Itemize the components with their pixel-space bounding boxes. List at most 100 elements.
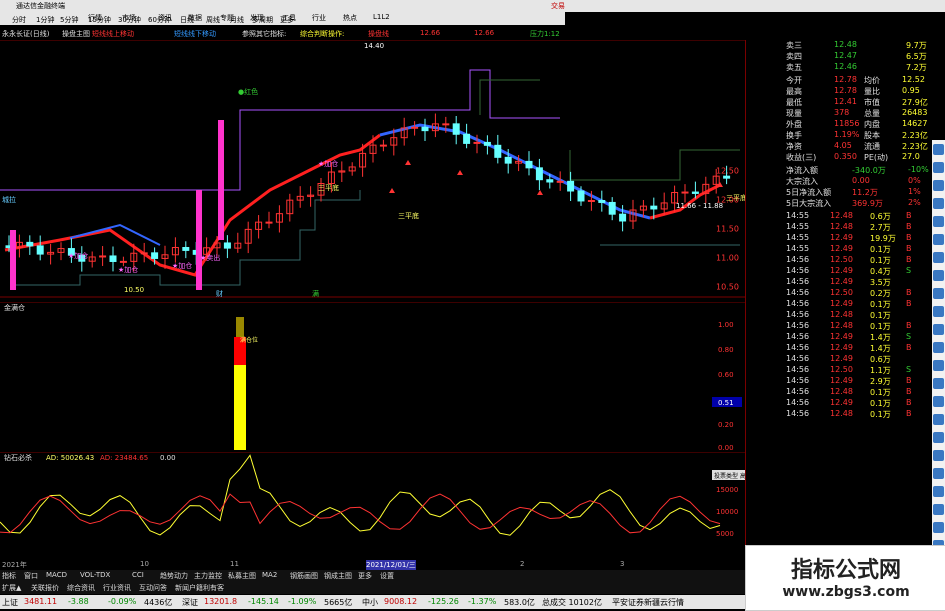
period-tab[interactable]: 60分钟 bbox=[148, 15, 171, 25]
watermark-title: 指标公式网 bbox=[790, 558, 901, 583]
dot-label: ●红色 bbox=[238, 87, 258, 96]
tick-volume: 0.6万 bbox=[870, 355, 891, 364]
tick-side: S bbox=[906, 365, 912, 374]
sidebar-tool-icon[interactable] bbox=[933, 306, 944, 317]
tick-price: 12.49 bbox=[830, 332, 853, 341]
period-tab[interactable]: 15分钟 bbox=[88, 15, 111, 25]
tick-time: 14:55 bbox=[786, 222, 810, 231]
tick-volume: 19.9万 bbox=[870, 234, 896, 243]
quote-field-label: 总量 bbox=[864, 109, 880, 118]
sidebar-tool-icon[interactable] bbox=[933, 270, 944, 281]
sidebar-tool-icon[interactable] bbox=[933, 162, 944, 173]
price-tick: 11.50 bbox=[716, 224, 739, 233]
indicator-tab[interactable]: 设置 bbox=[380, 571, 394, 581]
range-label: 11.66 - 11.88 bbox=[676, 202, 723, 210]
watermark: 指标公式网 www.zbgs3.com bbox=[745, 545, 945, 611]
up-arrow-icon bbox=[537, 190, 543, 195]
position-indicator-panel[interactable]: 金满仓1.000.800.600.400.200.00满仓位0.51 bbox=[0, 302, 745, 452]
kline-chart[interactable]: 12.5012.0011.5011.0010.50★加仓★加仓 ★加仓★加仓三平底… bbox=[0, 40, 745, 298]
indicator-tab[interactable]: 更多 bbox=[358, 571, 372, 581]
period-tab[interactable]: 日线 bbox=[180, 15, 194, 25]
indicator-tab[interactable]: MACD bbox=[46, 571, 67, 579]
info-tab[interactable]: 新闻户籍利有客 bbox=[175, 583, 224, 593]
info-tab[interactable]: 互动问答 bbox=[139, 583, 167, 593]
oscillator-panel[interactable]: 钻石必杀 AD: 50026.43 AD: 23484.65 0.00 15000 100… bbox=[0, 452, 745, 562]
indicator-tab[interactable]: 钢成主图 bbox=[324, 571, 352, 581]
quote-field-label: 外盘 bbox=[786, 120, 802, 129]
menu-item[interactable]: L1L2 bbox=[373, 13, 390, 21]
sidebar-tool-icon[interactable] bbox=[933, 522, 944, 533]
ad2-label: AD: 23484.65 bbox=[100, 454, 148, 462]
menu-item[interactable]: 行业 bbox=[312, 13, 326, 23]
tick-price: 12.49 bbox=[830, 299, 853, 308]
sidebar-tool-icon[interactable] bbox=[933, 342, 944, 353]
candle-body bbox=[473, 141, 481, 144]
info-tab[interactable]: 关联报价 bbox=[31, 583, 59, 593]
index-percent: -1.37% bbox=[468, 597, 497, 606]
sidebar-tool-icon[interactable] bbox=[933, 144, 944, 155]
period-tab[interactable]: 月线 bbox=[230, 15, 244, 25]
index-amount: 4436亿 bbox=[144, 598, 173, 607]
quote-field-value: 11856 bbox=[834, 119, 860, 128]
indicator-tab[interactable]: 趋势动力 bbox=[160, 571, 188, 581]
period-tab[interactable]: 分时 bbox=[12, 15, 26, 25]
signal-bar bbox=[218, 120, 224, 240]
sidebar-tool-icon[interactable] bbox=[933, 198, 944, 209]
period-tab[interactable]: 更多 bbox=[280, 15, 294, 25]
tick-time: 14:55 bbox=[786, 211, 810, 220]
index-label: 深证 bbox=[182, 598, 198, 607]
flow-label: 5日净流入额 bbox=[786, 188, 832, 197]
tick-time: 14:56 bbox=[786, 409, 810, 418]
sidebar-tool-icon[interactable] bbox=[933, 450, 944, 461]
tick-price: 12.48 bbox=[830, 222, 853, 231]
period-tab[interactable]: 多周期 bbox=[252, 15, 273, 25]
period-tab[interactable]: 30分钟 bbox=[118, 15, 141, 25]
indicator-tab[interactable]: 指标 bbox=[2, 571, 16, 581]
time-tick: 2021/12/01/三 bbox=[366, 560, 416, 570]
sidebar-tool-icon[interactable] bbox=[933, 414, 944, 425]
sidebar-tool-icon[interactable] bbox=[933, 486, 944, 497]
sidebar-tool-icon[interactable] bbox=[933, 504, 944, 515]
indicator-tab[interactable]: CCI bbox=[132, 571, 144, 579]
sidebar-tool-icon[interactable] bbox=[933, 324, 944, 335]
sidebar-tool-icon[interactable] bbox=[933, 378, 944, 389]
period-tab[interactable]: 1分钟 bbox=[36, 15, 54, 25]
indicator-label: 压力1:12 bbox=[530, 30, 560, 38]
indicator-tab[interactable]: 私募主图 bbox=[228, 571, 256, 581]
total-turnover: 总成交 10102亿 bbox=[542, 598, 602, 607]
indicator-tab[interactable]: 窗口 bbox=[24, 571, 38, 581]
sidebar-tool-icon[interactable] bbox=[933, 360, 944, 371]
sidebar-tool-icon[interactable] bbox=[933, 234, 944, 245]
sidebar-tool-icon[interactable] bbox=[933, 468, 944, 479]
tick-volume: 0.6万 bbox=[870, 212, 891, 221]
info-tab[interactable]: 行业资讯 bbox=[103, 583, 131, 593]
add-position-label: ★加仓 bbox=[68, 251, 88, 260]
ask-label: 卖四 bbox=[786, 52, 802, 61]
info-tab[interactable]: 综合资讯 bbox=[67, 583, 95, 593]
broker-name: 平安证券新疆云行情 bbox=[612, 598, 684, 607]
tick-price: 12.50 bbox=[830, 288, 853, 297]
candle-body bbox=[119, 260, 127, 263]
tick-volume: 3.5万 bbox=[870, 278, 891, 287]
indicator-tab[interactable]: 主力监控 bbox=[194, 571, 222, 581]
sidebar-tool-icon[interactable] bbox=[933, 288, 944, 299]
tick-volume: 1.4万 bbox=[870, 333, 891, 342]
period-tab[interactable]: 周线 bbox=[206, 15, 220, 25]
indicator-tab[interactable]: 钢筋画图 bbox=[290, 571, 318, 581]
indicator-tab[interactable]: VOL-TDX bbox=[80, 571, 110, 579]
sidebar-tool-icon[interactable] bbox=[933, 396, 944, 407]
indicator-tab[interactable]: MA2 bbox=[262, 571, 277, 579]
sidebar-tool-icon[interactable] bbox=[933, 252, 944, 263]
osc-value: 0.00 bbox=[160, 454, 176, 462]
ad-label: AD: 50026.43 bbox=[46, 454, 94, 462]
sidebar-tool-icon[interactable] bbox=[933, 216, 944, 227]
info-tab[interactable]: 扩展▲ bbox=[2, 583, 21, 593]
menu-item[interactable]: 热点 bbox=[343, 13, 357, 23]
candle-body bbox=[26, 241, 34, 247]
candle-body bbox=[567, 180, 575, 192]
trade-button[interactable]: 交易 bbox=[551, 1, 565, 11]
tick-volume: 0.1万 bbox=[870, 300, 891, 309]
period-tab[interactable]: 5分钟 bbox=[60, 15, 78, 25]
sidebar-tool-icon[interactable] bbox=[933, 180, 944, 191]
sidebar-tool-icon[interactable] bbox=[933, 432, 944, 443]
